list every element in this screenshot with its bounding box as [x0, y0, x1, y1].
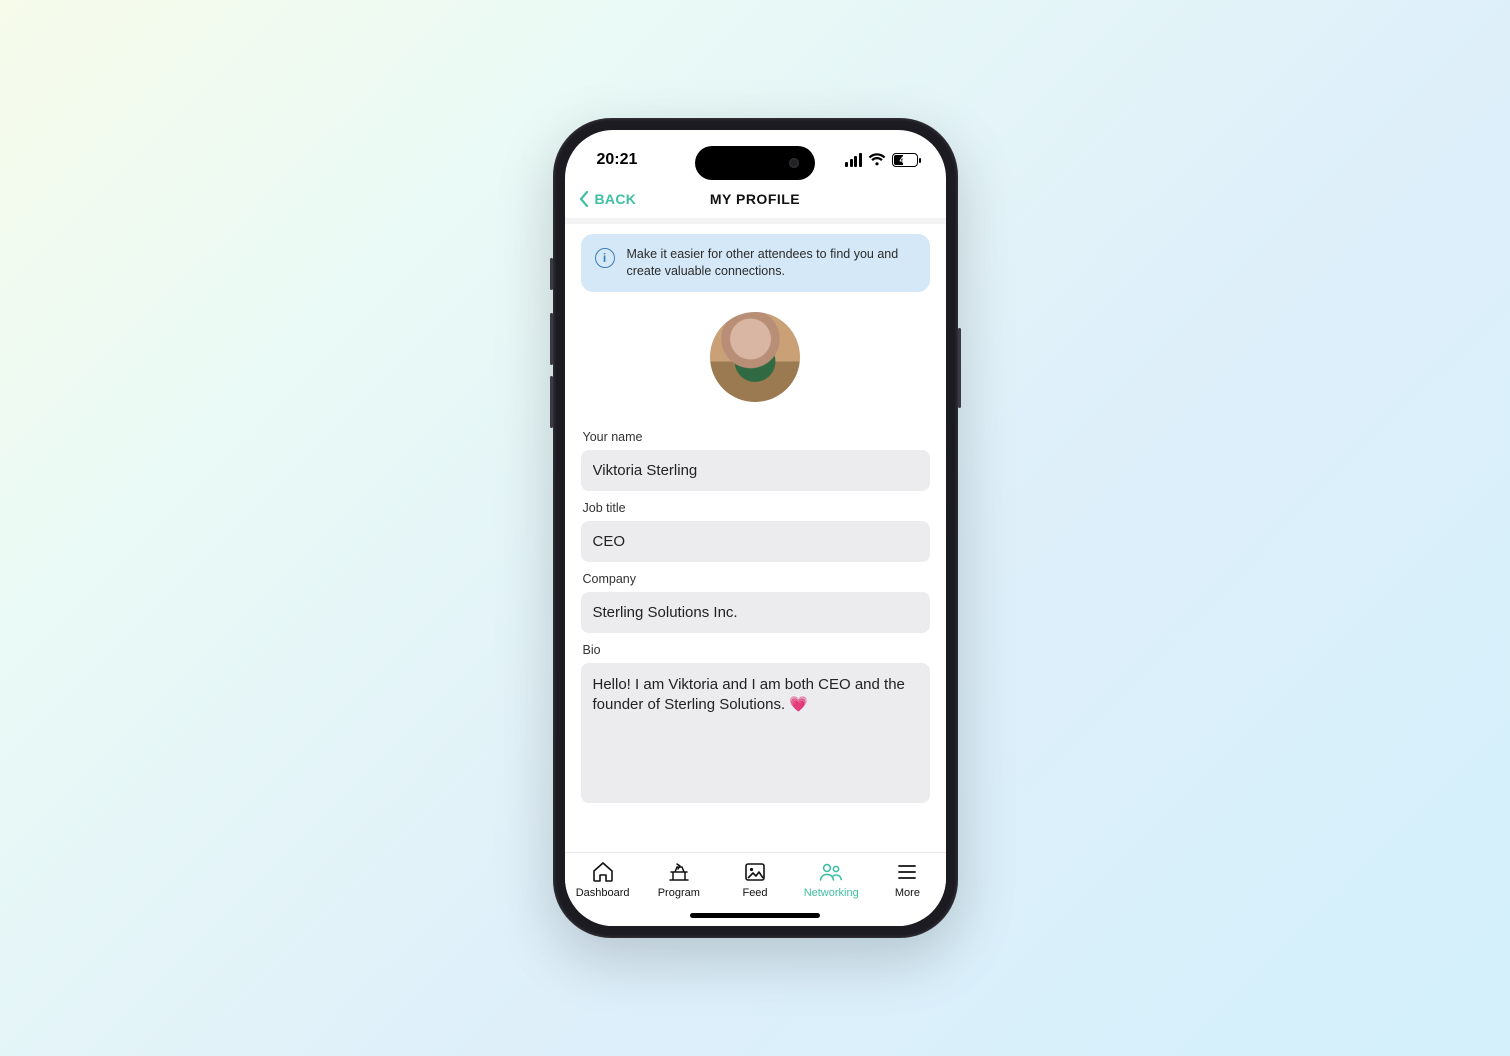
tab-networking[interactable]: Networking: [793, 861, 869, 899]
status-right: 44: [845, 153, 918, 167]
phone-side-button: [550, 258, 553, 290]
phone-volume-up-button: [550, 313, 553, 365]
company-input[interactable]: [581, 592, 930, 633]
avatar-container: [581, 292, 930, 420]
cellular-signal-icon: [845, 153, 862, 167]
nav-header: BACK MY PROFILE: [565, 180, 946, 218]
tab-more-label: More: [895, 887, 920, 899]
bio-input[interactable]: [581, 663, 930, 803]
tab-networking-label: Networking: [804, 887, 859, 899]
screen: 20:21 44: [565, 130, 946, 926]
tab-feed[interactable]: Feed: [717, 861, 793, 899]
podium-icon: [667, 861, 691, 883]
job-title-input[interactable]: [581, 521, 930, 562]
name-label: Your name: [583, 430, 928, 444]
tab-more[interactable]: More: [869, 861, 945, 899]
info-icon: i: [595, 248, 615, 268]
battery-percent: 44: [899, 156, 909, 165]
tab-program-label: Program: [658, 887, 700, 899]
home-icon: [591, 861, 615, 883]
scroll-area[interactable]: i Make it easier for other attendees to …: [565, 224, 946, 852]
content-area: i Make it easier for other attendees to …: [565, 218, 946, 852]
company-label: Company: [583, 572, 928, 586]
tab-program[interactable]: Program: [641, 861, 717, 899]
stage: 20:21 44: [0, 0, 1510, 1056]
status-time: 20:21: [597, 151, 638, 169]
info-banner-text: Make it easier for other attendees to fi…: [627, 246, 916, 280]
image-icon: [743, 861, 767, 883]
battery-icon: 44: [892, 153, 918, 167]
bio-label: Bio: [583, 643, 928, 657]
wifi-icon: [868, 153, 886, 167]
dynamic-island: [695, 146, 815, 180]
home-indicator[interactable]: [690, 913, 820, 918]
tab-feed-label: Feed: [742, 887, 767, 899]
tab-dashboard-label: Dashboard: [576, 887, 630, 899]
name-input[interactable]: [581, 450, 930, 491]
people-icon: [818, 861, 844, 883]
menu-icon: [895, 861, 919, 883]
avatar[interactable]: [710, 312, 800, 402]
job-title-label: Job title: [583, 501, 928, 515]
phone-volume-down-button: [550, 376, 553, 428]
chevron-left-icon: [579, 191, 589, 207]
tab-dashboard[interactable]: Dashboard: [565, 861, 641, 899]
back-label: BACK: [595, 191, 637, 207]
back-button[interactable]: BACK: [579, 191, 637, 207]
info-banner: i Make it easier for other attendees to …: [581, 234, 930, 292]
phone-power-button: [958, 328, 961, 408]
tab-bar: Dashboard Program Feed: [565, 852, 946, 926]
phone-frame: 20:21 44: [553, 118, 958, 938]
